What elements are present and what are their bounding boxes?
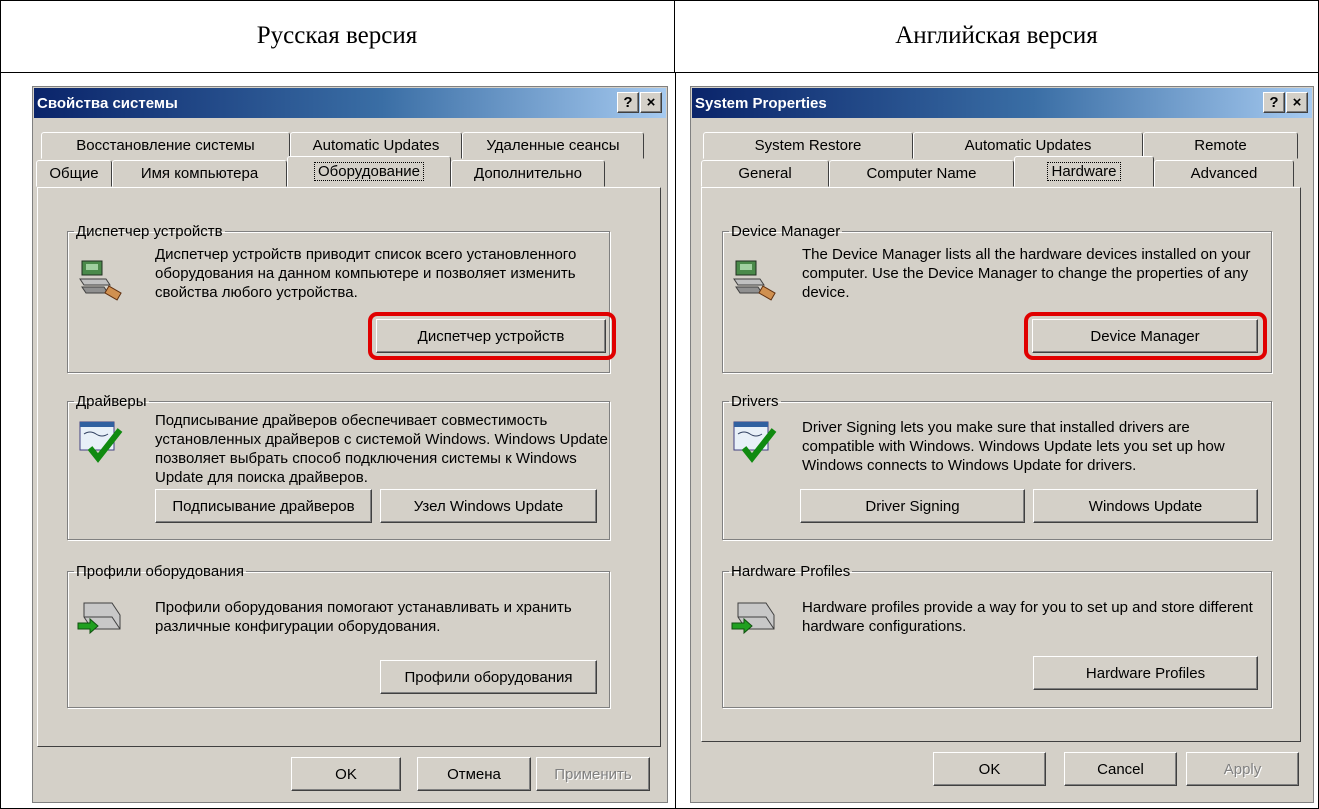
ok-button[interactable]: OK: [933, 752, 1046, 786]
tabs-row-top: System Restore Automatic Updates Remote: [703, 132, 1298, 159]
tab-hardware-label: Оборудование: [313, 162, 425, 181]
windows-update-button[interactable]: Windows Update: [1033, 489, 1258, 523]
cancel-button[interactable]: Отмена: [417, 757, 531, 791]
dialog-title: Свойства системы: [37, 94, 178, 112]
apply-button[interactable]: Применить: [536, 757, 650, 791]
hardware-profiles-button[interactable]: Hardware Profiles: [1033, 656, 1258, 690]
driver-signing-button[interactable]: Driver Signing: [800, 489, 1025, 523]
tab-system-restore[interactable]: Восстановление системы: [41, 132, 290, 159]
help-button[interactable]: ?: [617, 92, 639, 113]
device-manager-legend: Диспетчер устройств: [76, 223, 223, 240]
device-manager-button[interactable]: Диспетчер устройств: [376, 319, 606, 353]
ok-button[interactable]: OK: [291, 757, 401, 791]
tab-advanced[interactable]: Дополнительно: [451, 160, 605, 187]
close-button[interactable]: ×: [640, 92, 662, 113]
tab-advanced[interactable]: Advanced: [1154, 160, 1294, 187]
driver-signing-icon: [733, 421, 777, 463]
tabs-row-top: Восстановление системы Automatic Updates…: [41, 132, 644, 159]
windows-update-button[interactable]: Узел Windows Update: [380, 489, 597, 523]
apply-button[interactable]: Apply: [1186, 752, 1299, 786]
device-manager-legend: Device Manager: [731, 223, 841, 240]
close-button[interactable]: ×: [1286, 92, 1308, 113]
hardware-profiles-icon: [731, 602, 775, 635]
hardware-profiles-button[interactable]: Профили оборудования: [380, 660, 597, 694]
device-manager-icon: [79, 260, 122, 301]
drivers-description: Подписывание драйверов обеспечивает совм…: [155, 412, 608, 486]
title-bar: System Properties ? ×: [692, 88, 1312, 118]
device-manager-button[interactable]: Device Manager: [1032, 319, 1258, 353]
hardware-profiles-description: Hardware profiles provide a way for you …: [802, 599, 1253, 635]
tab-general[interactable]: Общие: [36, 160, 112, 187]
tab-remote[interactable]: Remote: [1143, 132, 1298, 159]
driver-signing-icon: [79, 421, 123, 463]
hardware-profiles-description: Профили оборудования помогают устанавлив…: [155, 599, 572, 635]
cancel-button[interactable]: Cancel: [1064, 752, 1177, 786]
tabs-row-bottom: Общие Имя компьютера Оборудование Дополн…: [36, 156, 605, 187]
tabs-row-bottom: General Computer Name Hardware Advanced: [701, 156, 1294, 187]
device-manager-description: Диспетчер устройств приводит список всег…: [155, 246, 577, 301]
drivers-legend: Drivers: [731, 393, 779, 410]
english-version-header: Английская версия: [675, 0, 1318, 73]
dialog-title: System Properties: [695, 94, 827, 112]
tab-automatic-updates[interactable]: Automatic Updates: [913, 132, 1143, 159]
tab-remote[interactable]: Удаленные сеансы: [462, 132, 644, 159]
drivers-description: Driver Signing lets you make sure that i…: [802, 419, 1225, 474]
tab-automatic-updates[interactable]: Automatic Updates: [290, 132, 462, 159]
system-properties-dialog-ru: Свойства системы ? × Восстановление сист…: [32, 86, 668, 803]
driver-signing-button[interactable]: Подписывание драйверов: [155, 489, 372, 523]
device-manager-description: The Device Manager lists all the hardwar…: [802, 246, 1251, 301]
title-bar: Свойства системы ? ×: [34, 88, 666, 118]
hardware-profiles-icon: [77, 602, 121, 635]
device-manager-icon: [733, 260, 776, 301]
help-button[interactable]: ?: [1263, 92, 1285, 113]
tab-hardware[interactable]: Оборудование: [287, 156, 451, 187]
hardware-profiles-legend: Профили оборудования: [76, 563, 244, 580]
hardware-profiles-legend: Hardware Profiles: [731, 563, 851, 580]
tab-hardware[interactable]: Hardware: [1014, 156, 1154, 187]
tab-system-restore[interactable]: System Restore: [703, 132, 913, 159]
tab-computer-name[interactable]: Имя компьютера: [112, 160, 287, 187]
tab-general[interactable]: General: [701, 160, 829, 187]
russian-version-header: Русская версия: [0, 0, 675, 73]
tab-computer-name[interactable]: Computer Name: [829, 160, 1014, 187]
tab-panel: Device Manager The Device Manager lists …: [701, 187, 1301, 742]
column-divider: [675, 73, 676, 809]
system-properties-dialog-en: System Properties ? × System Restore Aut…: [690, 86, 1314, 803]
drivers-legend: Драйверы: [76, 393, 147, 410]
tab-hardware-label: Hardware: [1047, 162, 1121, 181]
tab-panel: Диспетчер устройств Диспетчер устройств …: [37, 187, 661, 747]
